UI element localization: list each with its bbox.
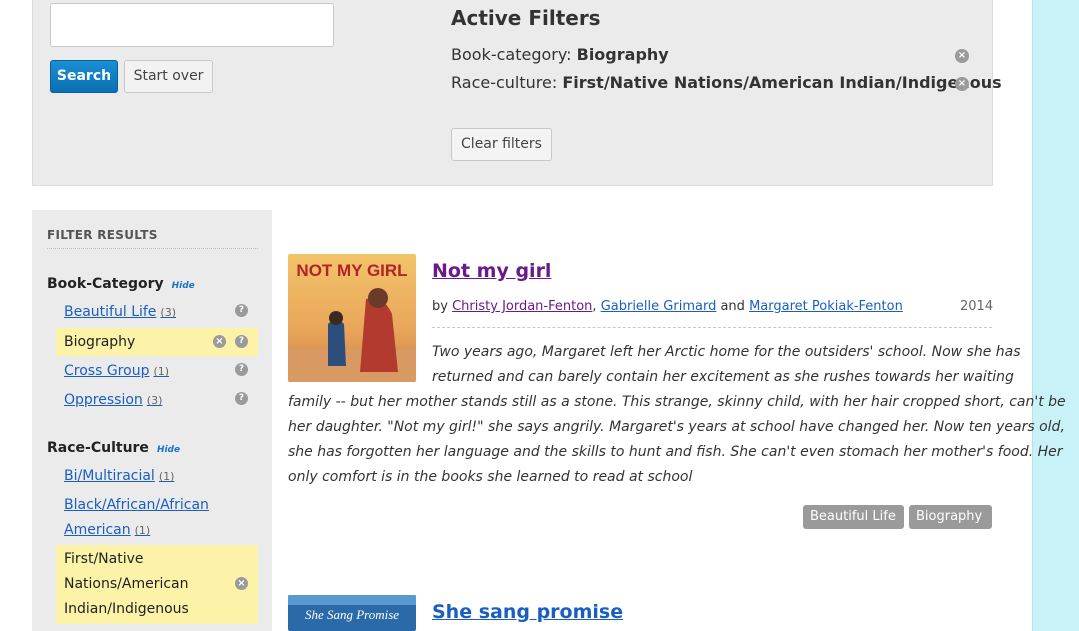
remove-filter-icon[interactable]: ×: [955, 77, 969, 91]
search-input[interactable]: [50, 3, 334, 47]
facet-item-label[interactable]: Cross Group: [64, 363, 149, 379]
facet-item-label: Nations/American: [64, 576, 189, 592]
search-and-filters-panel: Search Start over Active Filters Book-ca…: [32, 0, 1002, 186]
facet-name: Book-Category: [47, 276, 164, 292]
clear-filters-button[interactable]: Clear filters: [451, 128, 552, 161]
cover-title-text: NOT MY GIRL: [296, 261, 407, 280]
book-description-line: Two years ago, Margaret left her Arctic …: [432, 344, 1021, 360]
facet-item-bi-multiracial[interactable]: Bi/Multiracial (1): [64, 468, 174, 484]
facet-item-label[interactable]: American: [64, 522, 131, 538]
facet-item-cross-group[interactable]: Cross Group (1): [64, 363, 169, 379]
facet-item-black-african-american[interactable]: Black/African/African: [64, 497, 209, 513]
facet-item-label: Biography: [64, 334, 136, 350]
active-filter-book-category: Book-category: Biography: [451, 45, 669, 64]
divider: [432, 327, 992, 328]
facet-item-count: (1): [153, 365, 170, 378]
help-icon[interactable]: ?: [235, 392, 248, 405]
facet-name: Race-Culture: [47, 440, 149, 456]
facet-item-count: (3): [160, 306, 177, 319]
active-filter-race-culture: Race-culture: First/Native Nations/Ameri…: [451, 73, 1002, 92]
facet-item-label: Indian/Indigenous: [64, 601, 189, 617]
facet-item-count: (3): [146, 394, 163, 407]
book-description-line: she has forgotten her language and the s…: [288, 444, 1063, 460]
facet-heading-book-category: Book-Category Hide: [47, 276, 195, 292]
facet-item-first-native-selected: First/Native Nations/American Indian/Ind…: [56, 545, 258, 624]
facet-item-label[interactable]: Oppression: [64, 392, 143, 408]
active-filter-value: First/Native Nations/American Indian/Ind…: [562, 73, 1002, 92]
book-title-link[interactable]: She sang promise: [432, 601, 623, 623]
publication-year: 2014: [960, 299, 994, 314]
author-link[interactable]: Christy Jordan-Fenton: [452, 299, 592, 314]
help-icon[interactable]: ?: [235, 335, 248, 348]
book-byline: by Christy Jordan-Fenton, Gabrielle Grim…: [432, 299, 903, 314]
hide-facet-link[interactable]: Hide: [157, 445, 180, 455]
active-filters-title: Active Filters: [451, 6, 601, 30]
tag-beautiful-life[interactable]: Beautiful Life: [803, 505, 904, 529]
active-filter-label: Race-culture:: [451, 73, 558, 92]
help-icon[interactable]: ?: [235, 304, 248, 317]
facet-item-oppression[interactable]: Oppression (3): [64, 392, 162, 408]
filter-sidebar: FILTER RESULTS Book-Category Hide Beautif…: [32, 210, 272, 631]
hide-facet-link[interactable]: Hide: [172, 281, 195, 291]
cover-title-text: She Sang Promise: [305, 607, 399, 622]
author-link[interactable]: Gabrielle Grimard: [601, 299, 717, 314]
remove-facet-icon[interactable]: ×: [235, 577, 248, 590]
remove-facet-icon[interactable]: ×: [213, 335, 226, 348]
facet-item-count: (1): [158, 470, 175, 483]
facet-heading-race-culture: Race-Culture Hide: [47, 440, 180, 456]
filter-results-title: FILTER RESULTS: [47, 228, 258, 249]
facet-item-label[interactable]: Bi/Multiracial: [64, 468, 155, 484]
tag-biography[interactable]: Biography: [909, 505, 992, 529]
page-right-background: [1032, 0, 1079, 631]
facet-item-count: (1): [134, 524, 151, 537]
book-cover-image[interactable]: NOT MY GIRL: [288, 254, 416, 382]
facet-item-label[interactable]: Beautiful Life: [64, 304, 156, 320]
facet-item-biography-selected: Biography × ?: [56, 328, 258, 356]
byline-and: and: [720, 299, 745, 314]
facet-item-label: First/Native: [64, 551, 144, 567]
facet-item-beautiful-life[interactable]: Beautiful Life (3): [64, 304, 176, 320]
facet-item-label[interactable]: Black/African/African: [64, 497, 209, 513]
remove-filter-icon[interactable]: ×: [955, 49, 969, 63]
facet-item-black-african-american-cont[interactable]: American (1): [64, 522, 150, 538]
book-description-line: family -- but her mother stands still as…: [288, 394, 1066, 410]
start-over-button[interactable]: Start over: [124, 60, 213, 93]
active-filter-label: Book-category:: [451, 45, 572, 64]
author-link[interactable]: Margaret Pokiak-Fenton: [749, 299, 903, 314]
book-description-line: only comfort is in the books she learned…: [288, 469, 693, 485]
book-cover-image[interactable]: She Sang Promise: [288, 595, 416, 631]
active-filter-value: Biography: [576, 45, 669, 64]
book-description-line: her daughter. "Not my girl!" she says an…: [288, 419, 1065, 435]
search-button[interactable]: Search: [50, 60, 118, 93]
help-icon[interactable]: ?: [235, 363, 248, 376]
book-description-line: returned and can barely contain her exci…: [432, 369, 1014, 385]
byline-prefix: by: [432, 299, 448, 314]
book-title-link[interactable]: Not my girl: [432, 260, 551, 282]
